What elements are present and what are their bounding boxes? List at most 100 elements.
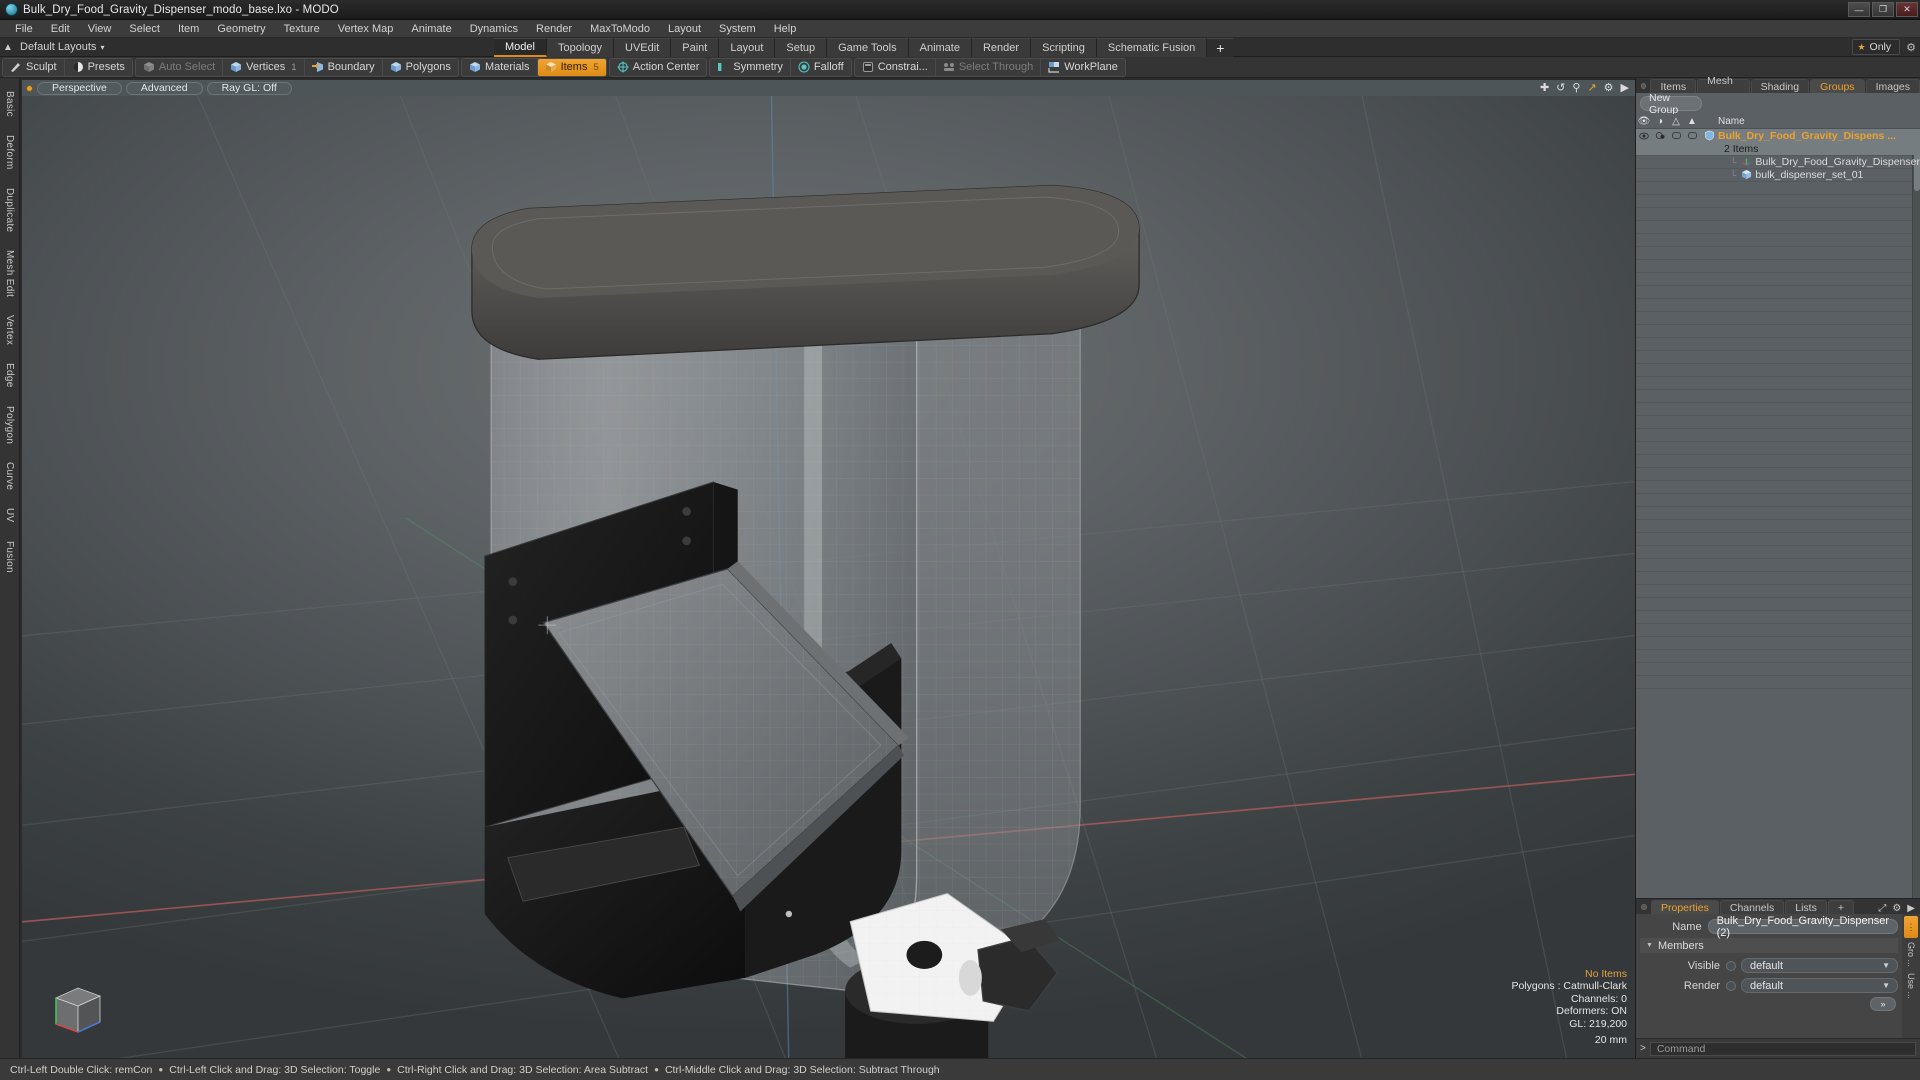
tree-eye-toggle[interactable] xyxy=(1636,132,1652,140)
home-icon[interactable]: ▲ xyxy=(0,42,16,53)
menu-item-vertex-map[interactable]: Vertex Map xyxy=(329,20,403,38)
maximize-button[interactable]: ❐ xyxy=(1872,2,1894,17)
layout-tab-game-tools[interactable]: Game Tools xyxy=(827,38,909,57)
layout-tab-schematic-fusion[interactable]: Schematic Fusion xyxy=(1096,38,1208,57)
menu-item-texture[interactable]: Texture xyxy=(275,20,329,38)
render-radio[interactable] xyxy=(1726,980,1736,991)
chevron-right-icon[interactable]: ▶ xyxy=(1621,82,1629,94)
tree-row[interactable]: Bulk_Dry_Food_Gravity_Dispens ... xyxy=(1636,129,1920,142)
tree-render-toggle[interactable] xyxy=(1652,131,1668,140)
gear-icon[interactable]: ⚙ xyxy=(1906,41,1916,54)
toolbar-item-materials[interactable]: Materials xyxy=(462,58,538,76)
menu-item-file[interactable]: File xyxy=(6,20,42,38)
menu-item-layout[interactable]: Layout xyxy=(659,20,710,38)
viewport-3d[interactable]: No Items Polygons : Catmull-Clark Channe… xyxy=(22,96,1635,1058)
viewport-perspective-button[interactable]: Perspective xyxy=(37,81,122,95)
tree-row[interactable]: └ bulk_dispenser_set_01 xyxy=(1636,168,1920,181)
viewport-raygl-button[interactable]: Ray GL: Off xyxy=(206,81,292,95)
left-rail-tab-polygon[interactable]: Polygon xyxy=(2,397,17,453)
panel-tab-mesh-[interactable]: Mesh ... xyxy=(1697,75,1750,99)
toolbar-item-action-center[interactable]: Action Center xyxy=(610,59,707,76)
toolbar-item-items[interactable]: Items 5 xyxy=(537,58,606,76)
layout-tab-render[interactable]: Render xyxy=(971,38,1032,57)
minimize-button[interactable]: — xyxy=(1848,2,1870,17)
rotate-icon[interactable]: ↺ xyxy=(1556,82,1565,94)
viewport-advanced-button[interactable]: Advanced xyxy=(125,81,203,95)
left-rail-tab-edge[interactable]: Edge xyxy=(2,354,17,397)
properties-menu-dot-icon[interactable] xyxy=(1641,904,1647,910)
menu-item-item[interactable]: Item xyxy=(169,20,208,38)
left-rail-tab-deform[interactable]: Deform xyxy=(2,126,17,179)
default-layouts-label[interactable]: Default Layouts xyxy=(20,41,96,53)
dots-vertical-icon[interactable]: ⋮ xyxy=(1904,916,1918,938)
rail-users-label[interactable]: Use ... xyxy=(1906,973,1916,999)
toolbar-item-symmetry[interactable]: Symmetry xyxy=(710,58,791,76)
members-section-header[interactable]: ▼ Members xyxy=(1640,938,1898,953)
panel-tab-images[interactable]: Images xyxy=(1865,79,1920,93)
tree-cube-outline-toggle[interactable] xyxy=(1668,132,1684,139)
menu-item-dynamics[interactable]: Dynamics xyxy=(461,20,527,38)
layout-tab-animate[interactable]: Animate xyxy=(908,38,972,57)
tree-row[interactable]: 2 Items xyxy=(1636,142,1920,155)
menu-item-render[interactable]: Render xyxy=(527,20,581,38)
close-button[interactable]: ✕ xyxy=(1896,2,1918,17)
name-field[interactable]: Bulk_Dry_Food_Gravity_Dispenser (2) xyxy=(1707,915,1898,939)
fit-icon[interactable]: ↗ xyxy=(1587,82,1596,94)
chevron-down-icon[interactable]: ▾ xyxy=(100,43,104,52)
toolbar-item-polygons[interactable]: Polygons xyxy=(383,59,458,76)
render-select[interactable]: default ▼ xyxy=(1741,978,1898,993)
toolbar-item-boundary[interactable]: Boundary xyxy=(305,58,383,76)
left-rail-tab-vertex[interactable]: Vertex xyxy=(2,306,17,354)
left-rail-tab-uv[interactable]: UV xyxy=(2,499,17,532)
menu-item-animate[interactable]: Animate xyxy=(402,20,460,38)
tree-cube-shaded-toggle[interactable] xyxy=(1684,132,1700,139)
toolbar-item-sculpt[interactable]: Sculpt xyxy=(3,58,65,76)
toolbar-item-auto-select[interactable]: Auto Select xyxy=(136,58,224,76)
properties-tab-+[interactable]: + xyxy=(1827,900,1854,914)
left-rail-tab-basic[interactable]: Basic xyxy=(2,82,17,126)
only-toggle[interactable]: ★ Only xyxy=(1852,39,1901,55)
chevron-right-icon[interactable]: ▶ xyxy=(1907,903,1915,914)
toolbar-item-presets[interactable]: Presets xyxy=(65,59,132,76)
gear-icon[interactable]: ⚙ xyxy=(1892,903,1901,914)
layout-tab-paint[interactable]: Paint xyxy=(671,38,720,57)
layout-tab-setup[interactable]: Setup xyxy=(775,38,828,57)
layout-tab-topology[interactable]: Topology xyxy=(546,38,615,57)
layout-tab-scripting[interactable]: Scripting xyxy=(1031,38,1097,57)
menu-item-view[interactable]: View xyxy=(79,20,121,38)
menu-item-edit[interactable]: Edit xyxy=(42,20,79,38)
groups-tree[interactable]: Bulk_Dry_Food_Gravity_Dispens ... 2 Items… xyxy=(1636,129,1920,898)
properties-tab-properties[interactable]: Properties xyxy=(1651,900,1719,914)
zoom-icon[interactable]: ⚲ xyxy=(1572,82,1580,94)
layout-tab-model[interactable]: Model xyxy=(494,38,547,57)
gear-icon[interactable]: ⚙ xyxy=(1604,82,1614,94)
menu-item-select[interactable]: Select xyxy=(120,20,169,38)
move-icon[interactable]: ✚ xyxy=(1540,82,1549,94)
new-group-button[interactable]: New Group xyxy=(1640,92,1702,116)
visible-select[interactable]: default ▼ xyxy=(1741,958,1898,973)
layout-tab-uvedit[interactable]: UVEdit xyxy=(614,38,672,57)
menu-item-help[interactable]: Help xyxy=(765,20,806,38)
left-rail-tab-mesh-edit[interactable]: Mesh Edit xyxy=(2,241,17,306)
rail-groups-label[interactable]: Gro ... xyxy=(1906,942,1916,967)
toolbar-item-constrai-[interactable]: Constrai... xyxy=(855,58,936,76)
left-rail-tab-curve[interactable]: Curve xyxy=(2,453,17,499)
toolbar-item-vertices[interactable]: Vertices 1 xyxy=(223,58,305,76)
menu-item-maxtomodo[interactable]: MaxToModo xyxy=(581,20,659,38)
add-member-button[interactable]: » xyxy=(1870,997,1896,1011)
expand-icon[interactable]: ⤢ xyxy=(1878,903,1886,914)
left-rail-tab-duplicate[interactable]: Duplicate xyxy=(2,179,17,241)
toolbar-item-workplane[interactable]: WorkPlane xyxy=(1041,59,1125,76)
menu-item-system[interactable]: System xyxy=(710,20,765,38)
layout-tab-layout[interactable]: Layout xyxy=(719,38,776,57)
panel-menu-dot-icon[interactable] xyxy=(1641,83,1647,89)
command-input[interactable]: Command xyxy=(1649,1041,1916,1056)
properties-tab-channels[interactable]: Channels xyxy=(1719,900,1785,914)
toolbar-item-falloff[interactable]: Falloff xyxy=(791,59,851,76)
properties-tab-lists[interactable]: Lists xyxy=(1785,900,1827,914)
visible-radio[interactable] xyxy=(1726,960,1736,971)
panel-tab-shading[interactable]: Shading xyxy=(1750,79,1810,93)
menu-item-geometry[interactable]: Geometry xyxy=(208,20,274,38)
panel-tab-groups[interactable]: Groups xyxy=(1810,79,1865,93)
tree-scrollbar[interactable] xyxy=(1912,129,1920,898)
